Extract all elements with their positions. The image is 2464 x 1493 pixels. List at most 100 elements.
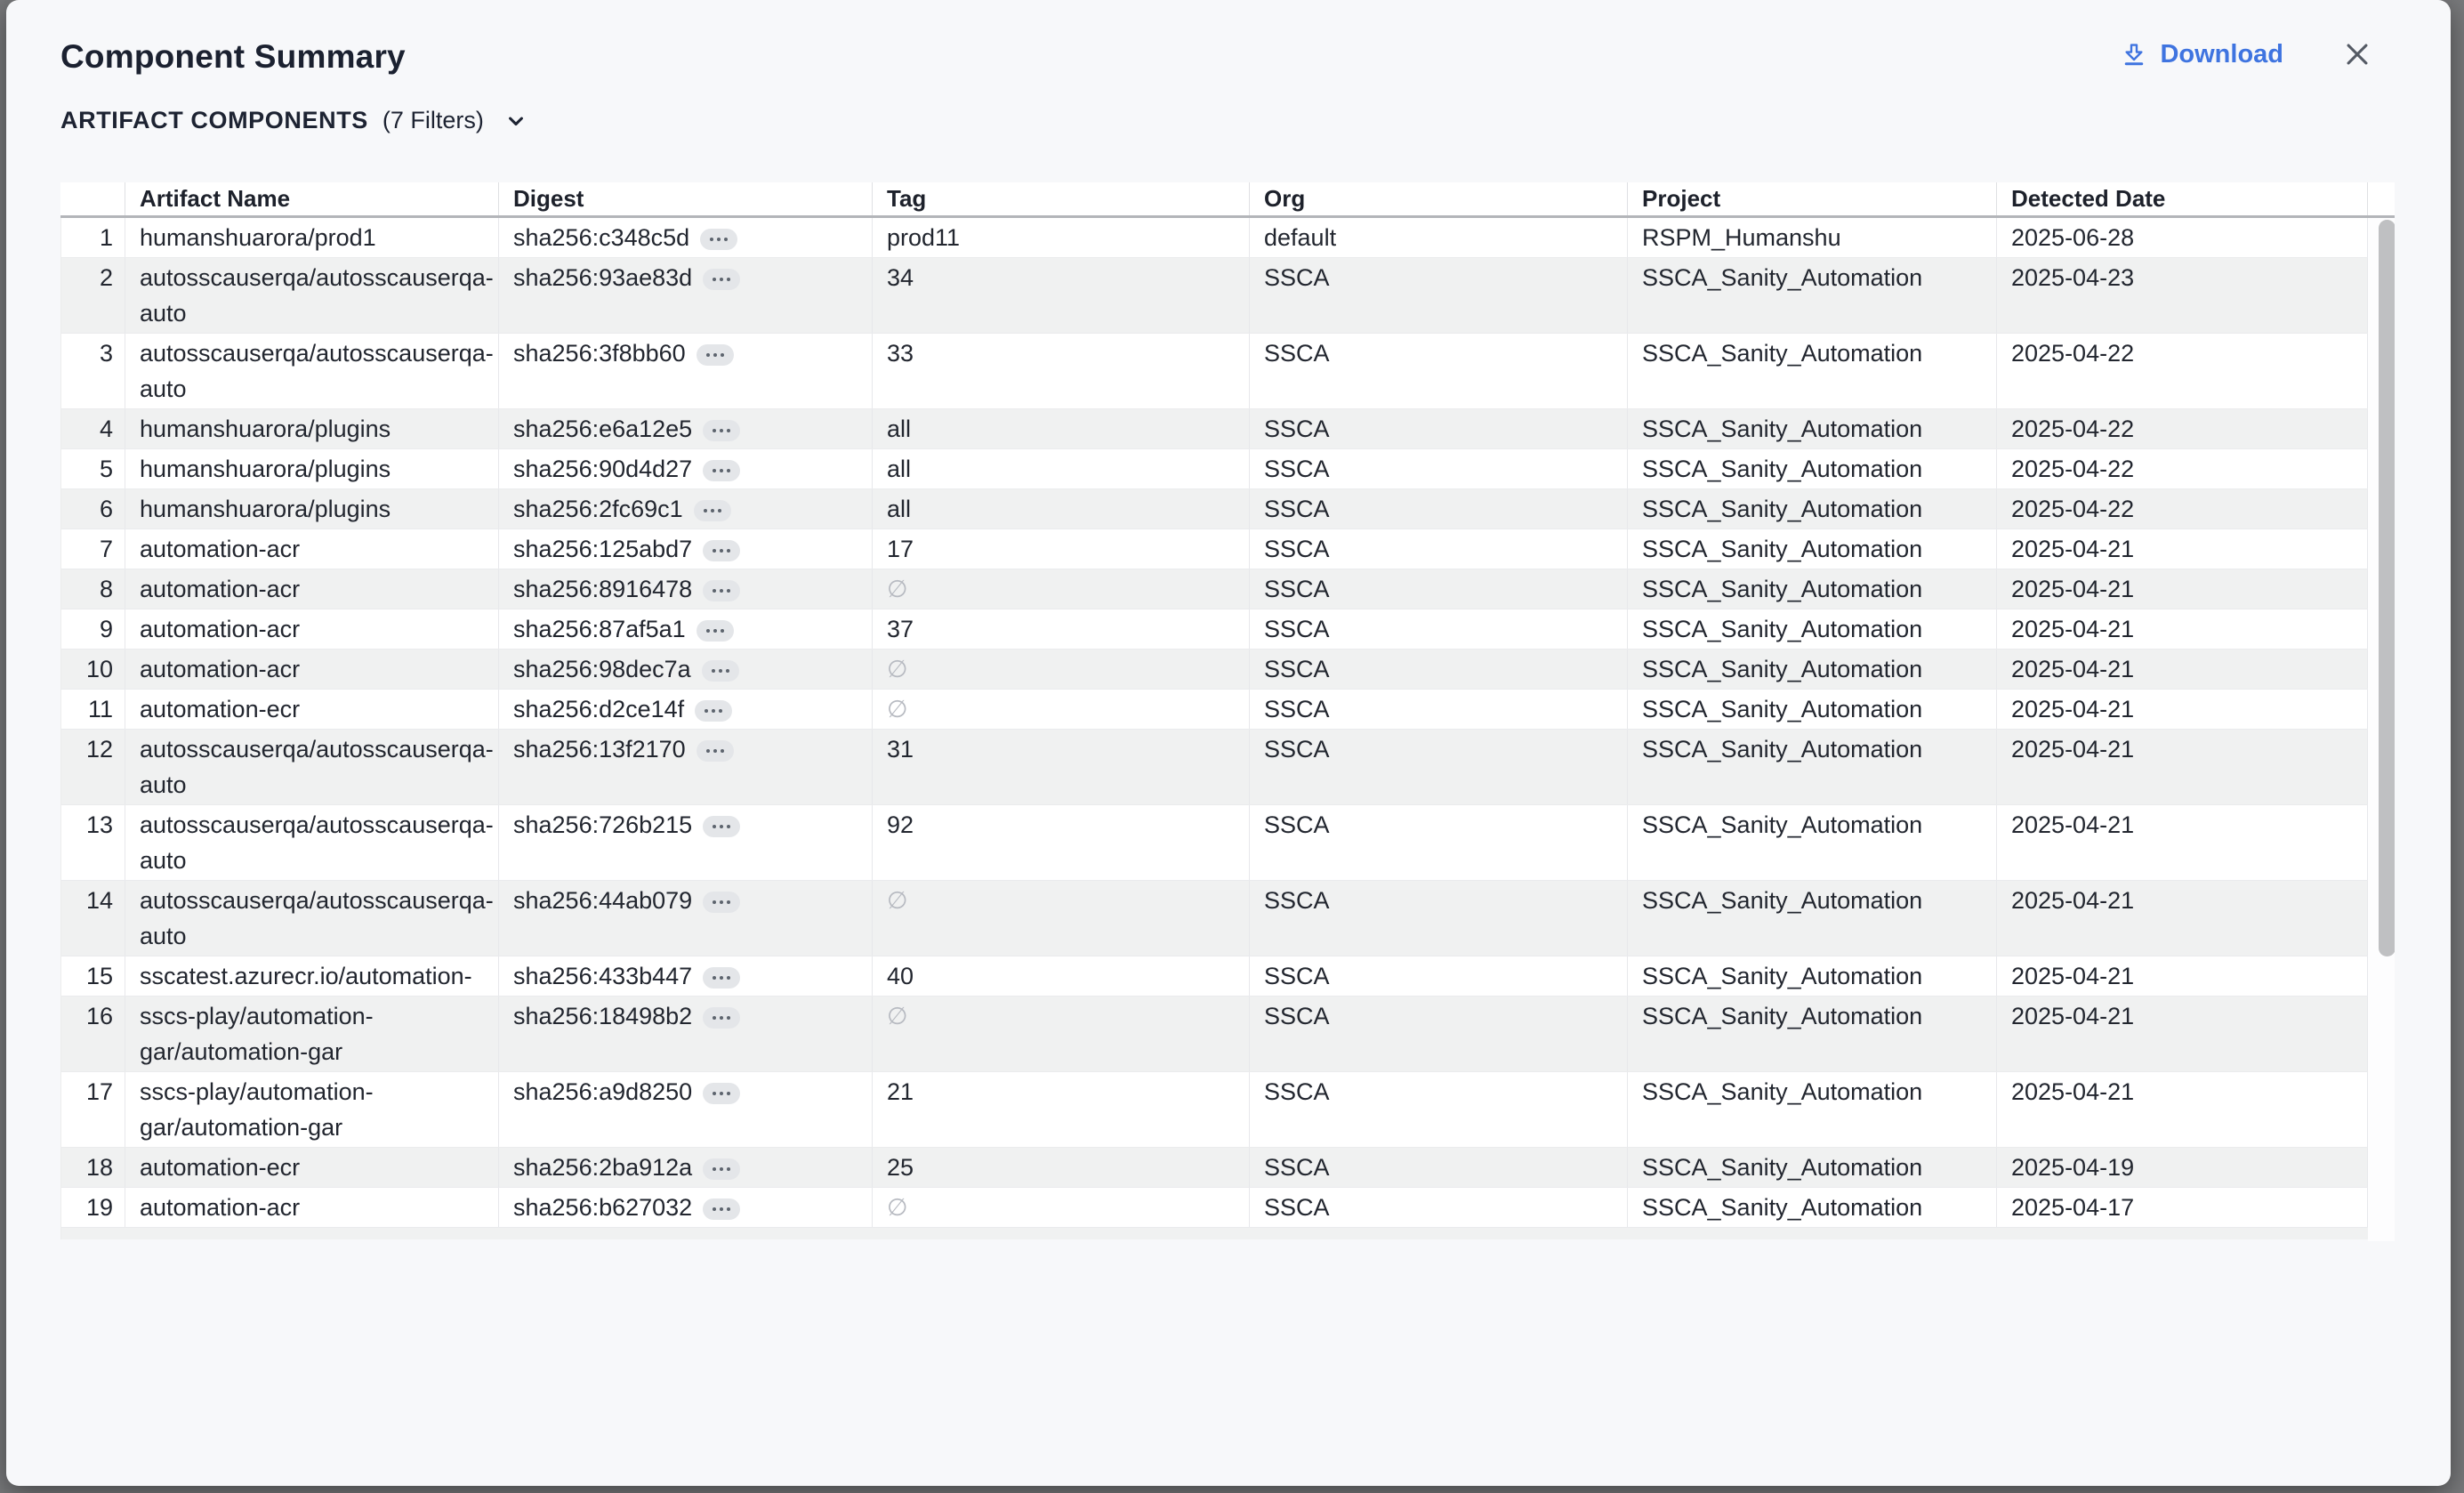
project-cell: SSCA_Sanity_Automation (1628, 409, 1997, 448)
chevron-down-icon[interactable] (503, 109, 528, 133)
ellipsis-icon (705, 709, 722, 713)
table-row[interactable]: 19 automation-acr sha256:b627032 ∅ SSCA … (61, 1188, 2369, 1228)
digest-expand-button[interactable] (694, 500, 731, 521)
row-number: 18 (61, 1148, 125, 1187)
tag-cell: all (873, 489, 1250, 529)
tag-cell: 37 (873, 609, 1250, 649)
row-number: 1 (61, 218, 125, 257)
ellipsis-icon (713, 549, 730, 553)
row-number: 15 (61, 956, 125, 996)
org-cell: SSCA (1250, 690, 1628, 729)
digest-expand-button[interactable] (702, 660, 739, 682)
ellipsis-icon (713, 1092, 730, 1095)
row-number: 14 (61, 881, 125, 956)
table-scrollbar-thumb[interactable] (2379, 220, 2395, 956)
project-cell: SSCA_Sanity_Automation (1628, 569, 1997, 609)
artifact-name-cell: humanshuarora/plugins (125, 449, 499, 488)
digest-expand-button[interactable] (703, 1198, 740, 1220)
artifact-name-cell: automation-acr (125, 569, 499, 609)
row-number: 17 (61, 1072, 125, 1147)
artifact-name-cell: humanshuarora/plugins (125, 409, 499, 448)
tag-cell: 31 (873, 730, 1250, 804)
detected-date-cell: 2025-04-21 (1997, 881, 2368, 956)
ellipsis-icon (704, 509, 721, 512)
digest-expand-button[interactable] (703, 580, 740, 601)
table-row[interactable]: 15 sscatest.azurecr.io/automation-acr sh… (61, 956, 2369, 997)
detected-date-cell: 2025-04-21 (1997, 730, 2368, 804)
ellipsis-icon (713, 278, 730, 281)
table-row[interactable]: 13 autosscauserqa/autosscauserqa- auto s… (61, 805, 2369, 881)
table-row[interactable]: 5 humanshuarora/plugins sha256:90d4d27 a… (61, 449, 2369, 489)
download-icon (2121, 41, 2147, 68)
project-cell: SSCA_Sanity_Automation (1628, 881, 1997, 956)
artifact-name-cell: autosscauserqa/autosscauserqa- auto (125, 805, 499, 880)
page-title: Component Summary (60, 36, 406, 78)
digest-expand-button[interactable] (697, 740, 734, 762)
digest-value: sha256:a9d8250 (513, 1074, 692, 1110)
tag-cell: 25 (873, 1148, 1250, 1187)
column-header-org: Org (1250, 182, 1628, 215)
org-cell: SSCA (1250, 956, 1628, 996)
digest-expand-button[interactable] (703, 1158, 740, 1180)
artifact-name-cell: automation-acr (125, 609, 499, 649)
digest-value: sha256:90d4d27 (513, 451, 692, 487)
digest-expand-button[interactable] (700, 229, 737, 250)
project-cell: SSCA_Sanity_Automation (1628, 650, 1997, 689)
digest-value: sha256:87af5a1 (513, 611, 686, 647)
detected-date-cell: 2025-04-21 (1997, 997, 2368, 1071)
org-cell: SSCA (1250, 730, 1628, 804)
digest-value: sha256:e6a12e5 (513, 411, 692, 447)
table-row[interactable]: 14 autosscauserqa/autosscauserqa- auto s… (61, 881, 2369, 956)
column-header-project: Project (1628, 182, 1997, 215)
digest-cell: sha256:d2ce14f (499, 690, 873, 729)
tag-cell: ∅ (873, 881, 1250, 956)
detected-date-cell: 2025-04-22 (1997, 449, 2368, 488)
table-row[interactable]: 11 automation-ecr sha256:d2ce14f ∅ SSCA … (61, 690, 2369, 730)
artifact-name-cell: sscs-play/automation- gar/automation-gar (125, 1072, 499, 1147)
table-row[interactable]: 1 humanshuarora/prod1 sha256:c348c5d pro… (61, 218, 2369, 258)
project-cell: SSCA_Sanity_Automation (1628, 997, 1997, 1071)
table-row[interactable]: 7 automation-acr sha256:125abd7 17 SSCA … (61, 529, 2369, 569)
artifact-name-cell: humanshuarora/plugins (125, 489, 499, 529)
digest-cell: sha256:2ba912a (499, 1148, 873, 1187)
tag-cell: 17 (873, 529, 1250, 569)
table-row[interactable]: 12 autosscauserqa/autosscauserqa- auto s… (61, 730, 2369, 805)
digest-expand-button[interactable] (703, 967, 740, 989)
org-cell: SSCA (1250, 449, 1628, 488)
digest-expand-button[interactable] (703, 269, 740, 290)
digest-expand-button[interactable] (703, 1007, 740, 1029)
digest-value: sha256:726b215 (513, 807, 692, 843)
artifact-name-cell: humanshuarora/prod1 (125, 218, 499, 257)
table-row[interactable]: 8 automation-acr sha256:8916478 ∅ SSCA S… (61, 569, 2369, 609)
table-row[interactable]: 3 autosscauserqa/autosscauserqa- auto sh… (61, 334, 2369, 409)
digest-expand-button[interactable] (695, 700, 732, 722)
digest-expand-button[interactable] (703, 1083, 740, 1104)
digest-value: sha256:13f2170 (513, 731, 686, 767)
digest-expand-button[interactable] (697, 344, 734, 366)
org-cell: SSCA (1250, 1148, 1628, 1187)
ellipsis-icon (712, 669, 729, 673)
digest-expand-button[interactable] (703, 540, 740, 561)
digest-cell: sha256:87af5a1 (499, 609, 873, 649)
table-row[interactable]: 18 automation-ecr sha256:2ba912a 25 SSCA… (61, 1148, 2369, 1188)
table-row[interactable]: 10 automation-acr sha256:98dec7a ∅ SSCA … (61, 650, 2369, 690)
row-number: 6 (61, 489, 125, 529)
table-row[interactable]: 17 sscs-play/automation- gar/automation-… (61, 1072, 2369, 1148)
close-button[interactable] (2339, 36, 2376, 73)
row-number: 3 (61, 334, 125, 408)
digest-expand-button[interactable] (703, 460, 740, 481)
table-row[interactable]: 6 humanshuarora/plugins sha256:2fc69c1 a… (61, 489, 2369, 529)
row-number: 10 (61, 650, 125, 689)
digest-expand-button[interactable] (703, 892, 740, 913)
column-header-tag: Tag (873, 182, 1250, 215)
detected-date-cell: 2025-04-22 (1997, 489, 2368, 529)
table-row[interactable]: 9 automation-acr sha256:87af5a1 37 SSCA … (61, 609, 2369, 650)
digest-expand-button[interactable] (703, 816, 740, 837)
column-header-artifact-name: Artifact Name (125, 182, 499, 215)
digest-expand-button[interactable] (697, 620, 734, 642)
digest-expand-button[interactable] (703, 420, 740, 441)
table-row[interactable]: 2 autosscauserqa/autosscauserqa- auto sh… (61, 258, 2369, 334)
download-button[interactable]: Download (2115, 36, 2289, 73)
table-row[interactable]: 4 humanshuarora/plugins sha256:e6a12e5 a… (61, 409, 2369, 449)
table-row[interactable]: 16 sscs-play/automation- gar/automation-… (61, 997, 2369, 1072)
